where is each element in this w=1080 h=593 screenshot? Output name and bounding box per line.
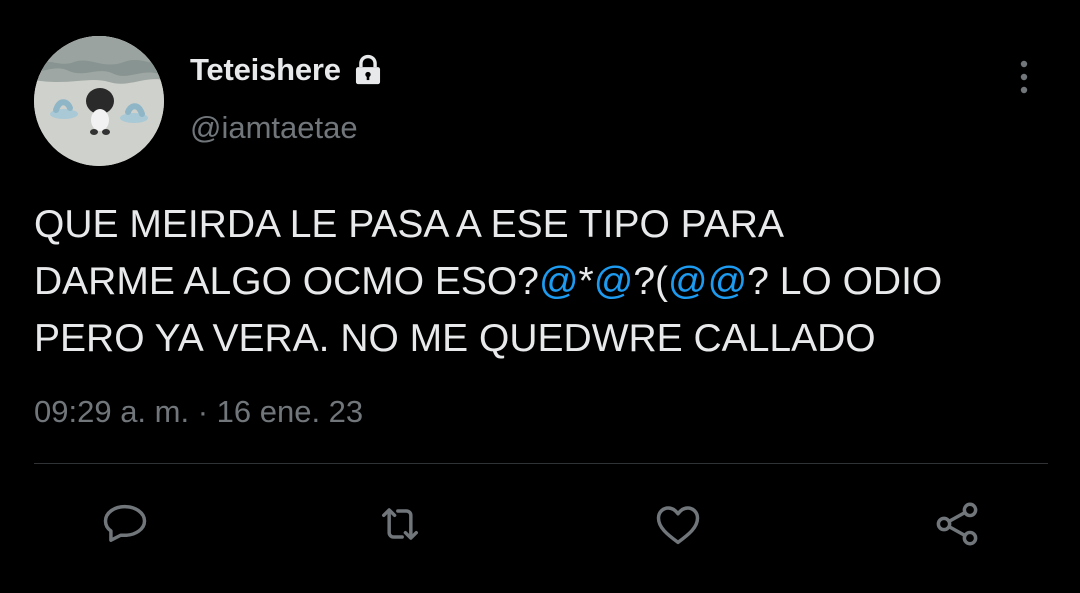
reply-button[interactable] (95, 496, 155, 556)
author-name-row: Teteishere (190, 52, 385, 88)
lock-icon (351, 53, 385, 87)
display-name[interactable]: Teteishere (190, 52, 341, 88)
more-vertical-icon[interactable] (1010, 58, 1038, 96)
tweet-text: QUE MEIRDA LE PASA A ESE TIPO PARA DARME… (34, 196, 1054, 367)
retweet-icon (374, 498, 426, 555)
share-icon (931, 498, 983, 555)
avatar-image (34, 36, 164, 166)
mention-link[interactable]: @@ (668, 260, 747, 303)
tweet-timestamp[interactable]: 09:29 a. m. · 16 ene. 23 (34, 394, 363, 430)
author-handle[interactable]: @iamtaetae (190, 110, 358, 146)
text-segment: * (578, 260, 594, 303)
reply-icon (99, 498, 151, 555)
like-button[interactable] (648, 496, 708, 556)
tweet-card: Teteishere @iamtaetae QUE MEIRDA LE PASA… (0, 0, 1080, 593)
text-segment: ?( (633, 260, 669, 303)
retweet-button[interactable] (370, 496, 430, 556)
mention-link[interactable]: @ (539, 260, 579, 303)
avatar[interactable] (34, 36, 164, 166)
heart-icon (652, 498, 704, 555)
divider (34, 463, 1048, 464)
share-button[interactable] (927, 496, 987, 556)
mention-link[interactable]: @ (594, 260, 634, 303)
tweet-actions (0, 496, 1080, 556)
